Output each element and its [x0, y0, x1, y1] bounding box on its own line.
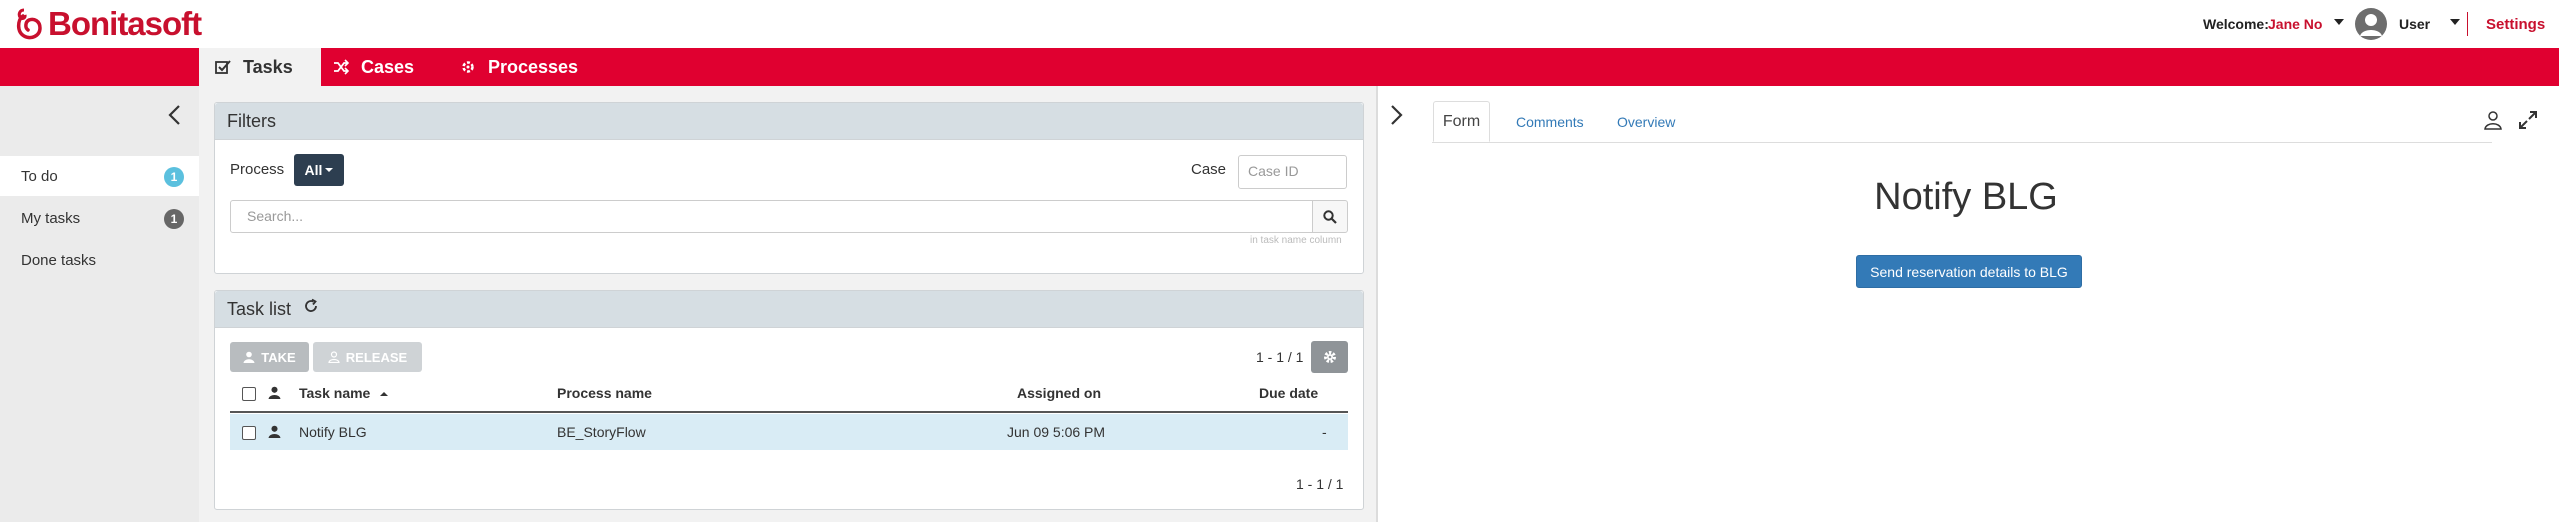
main-nav: Tasks Cases Processes — [0, 48, 2559, 86]
assigned-on-cell: Jun 09 5:06 PM — [1007, 424, 1106, 440]
tab-cases[interactable]: Cases — [333, 48, 414, 86]
sidebar-item-my-tasks[interactable]: My tasks 1 — [0, 198, 199, 238]
chevron-down-icon[interactable] — [2450, 18, 2460, 26]
settings-link[interactable]: Settings — [2486, 16, 2545, 33]
table-row[interactable] — [230, 414, 1348, 450]
sidebar-item-done-tasks[interactable]: Done tasks — [0, 240, 199, 280]
process-dropdown[interactable]: All — [294, 154, 344, 186]
user-icon — [268, 386, 281, 399]
user-role[interactable]: User — [2399, 16, 2430, 32]
shuffle-icon — [334, 59, 349, 75]
release-button[interactable]: RELEASE — [313, 342, 422, 372]
process-label: Process — [230, 161, 285, 178]
sidebar-item-label: My tasks — [21, 210, 81, 227]
process-name-cell: BE_StoryFlow — [557, 424, 646, 440]
caret-down-icon — [325, 168, 334, 172]
avatar[interactable] — [2355, 8, 2387, 40]
tab-processes[interactable]: Processes — [460, 48, 578, 86]
search-input[interactable]: Search... — [230, 200, 1313, 233]
sort-ascending-icon — [380, 392, 389, 397]
check-square-icon — [215, 60, 231, 74]
tab-comments[interactable]: Comments — [1516, 112, 1584, 142]
bonitasoft-logo[interactable]: Bonitasoft — [14, 5, 202, 42]
search-icon — [1323, 209, 1337, 224]
column-header-label: Task name — [299, 385, 371, 401]
sidebar-item-todo[interactable]: To do 1 — [0, 156, 199, 196]
assign-user-icon[interactable] — [2483, 110, 2503, 130]
process-dropdown-value: All — [304, 162, 323, 178]
bonita-logo-icon — [16, 8, 42, 40]
user-name[interactable]: Jane No — [2268, 16, 2322, 32]
select-all-checkbox[interactable] — [242, 387, 256, 401]
count-badge: 1 — [164, 167, 184, 187]
take-button[interactable]: TAKE — [230, 342, 309, 372]
user-outline-icon — [328, 351, 340, 363]
due-date-cell: - — [1322, 424, 1327, 440]
brand-name: Bonitasoft — [48, 5, 202, 42]
gear-icon — [1323, 351, 1336, 363]
chevron-left-icon[interactable] — [167, 104, 181, 126]
pagination-summary-bottom: 1 - 1 / 1 — [1296, 476, 1344, 492]
tab-form[interactable]: Form — [1433, 101, 1490, 142]
task-name-cell[interactable]: Notify BLG — [299, 424, 367, 440]
tab-processes-label: Processes — [488, 56, 579, 77]
expand-icon[interactable] — [2518, 110, 2538, 130]
search-button[interactable] — [1312, 200, 1348, 233]
tab-tasks[interactable]: Tasks — [199, 48, 321, 86]
chevron-down-icon[interactable] — [2334, 18, 2344, 26]
cogs-icon — [462, 61, 474, 73]
case-id-input[interactable]: Case ID — [1238, 155, 1347, 189]
welcome-label: Welcome: — [2203, 16, 2269, 32]
filters-header: Filters — [215, 103, 1363, 140]
search-hint: in task name column — [1250, 235, 1342, 246]
column-header-due-date[interactable]: Due date — [1259, 385, 1318, 401]
user-avatar-icon — [2360, 14, 2382, 36]
chevron-right-icon[interactable] — [1390, 104, 1404, 126]
detail-pane-divider[interactable] — [1376, 86, 1378, 522]
row-checkbox[interactable] — [242, 426, 256, 440]
column-header-task-name[interactable]: Task name — [299, 385, 389, 401]
table-header-divider — [230, 411, 1348, 413]
sidebar-item-label: To do — [21, 168, 58, 185]
refresh-icon[interactable] — [303, 298, 319, 314]
column-header-process-name[interactable]: Process name — [557, 385, 652, 401]
filters-panel: Filters — [214, 102, 1364, 274]
send-reservation-button[interactable]: Send reservation details to BLG — [1856, 255, 2082, 288]
sidebar-item-label: Done tasks — [21, 252, 97, 269]
detail-tabs-baseline — [1432, 142, 2492, 143]
pagination-summary-top: 1 - 1 / 1 — [1256, 349, 1304, 365]
release-label: RELEASE — [345, 349, 408, 365]
case-label: Case — [1191, 161, 1227, 178]
tab-overview[interactable]: Overview — [1617, 112, 1675, 142]
column-header-assigned-on[interactable]: Assigned on — [1017, 385, 1101, 401]
tab-cases-label: Cases — [361, 56, 415, 77]
filters-title: Filters — [227, 111, 276, 131]
task-list-title: Task list — [227, 299, 292, 319]
take-label: TAKE — [261, 349, 296, 365]
user-icon — [243, 351, 255, 363]
column-settings-button[interactable] — [1311, 341, 1348, 373]
task-list-header: Task list — [215, 291, 1363, 328]
header-divider — [2467, 12, 2468, 36]
tab-tasks-label: Tasks — [243, 56, 293, 77]
form-title: Notify BLG — [1874, 176, 2058, 218]
task-filter-sidebar — [0, 86, 199, 522]
count-badge: 1 — [164, 209, 184, 229]
user-icon — [268, 425, 281, 438]
top-header — [0, 0, 2559, 48]
